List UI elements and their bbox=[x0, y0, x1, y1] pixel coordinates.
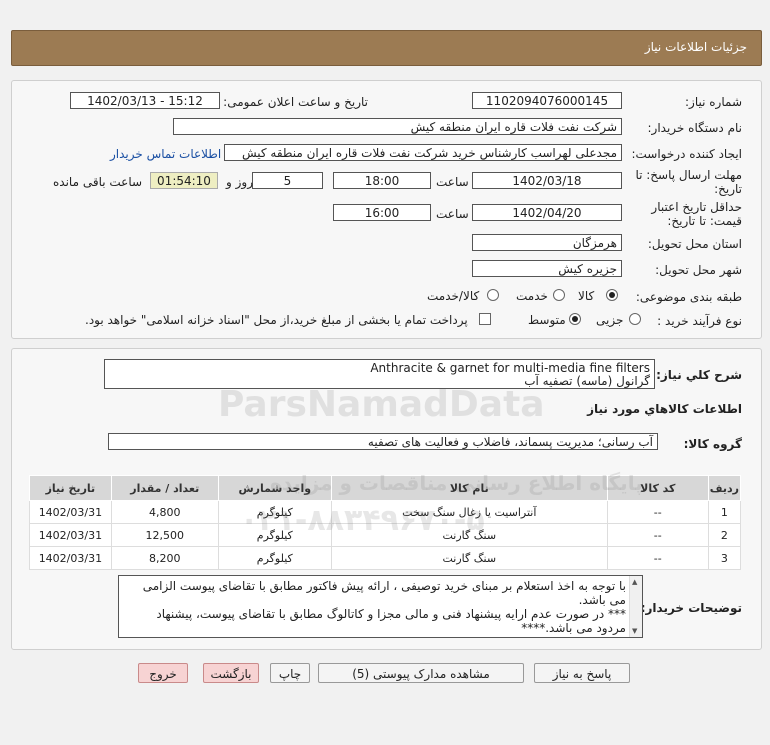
category-label: طبقه بندی موضوعی: bbox=[635, 290, 742, 304]
process-radio-minor[interactable] bbox=[629, 313, 641, 325]
process-radio-medium[interactable] bbox=[569, 313, 581, 325]
province-label: استان محل تحویل: bbox=[647, 237, 742, 251]
deadline-time-label: ساعت bbox=[436, 175, 469, 189]
goods-table-header: ردیف کد کالا نام کالا واحد شمارش تعداد /… bbox=[29, 475, 742, 501]
cell-unit: کیلوگرم bbox=[217, 523, 332, 547]
category-option-goods: کالا bbox=[578, 289, 595, 303]
cell-unit: کیلوگرم bbox=[217, 546, 332, 570]
col-need-date: تاریخ نیاز bbox=[29, 475, 112, 501]
reply-button[interactable]: پاسخ به نیاز bbox=[534, 663, 630, 683]
buyer-contact-link[interactable]: اطلاعات تماس خریدار bbox=[110, 147, 221, 161]
deadline-date-field: 1402/03/18 bbox=[472, 172, 622, 189]
cell-code: -- bbox=[606, 523, 709, 547]
summary-box: Anthracite & garnet for multi-media fine… bbox=[104, 359, 655, 389]
cell-name: سنگ گارنت bbox=[330, 546, 608, 570]
cell-quantity: 4,800 bbox=[110, 500, 219, 524]
table-row: 2 -- سنگ گارنت کیلوگرم 12,500 1402/03/31 bbox=[29, 523, 742, 547]
process-option-medium: متوسط bbox=[528, 313, 566, 327]
process-type-label: نوع فرآیند خرید : bbox=[657, 314, 742, 328]
remaining-label: ساعت باقی مانده bbox=[53, 175, 143, 189]
cell-code: -- bbox=[606, 546, 709, 570]
treasury-payment-checkbox[interactable] bbox=[479, 313, 491, 325]
category-radio-service[interactable] bbox=[553, 289, 565, 301]
cell-row: 2 bbox=[707, 523, 742, 547]
col-quantity: تعداد / مقدار bbox=[110, 475, 219, 501]
page-title: جزئیات اطلاعات نیاز bbox=[644, 40, 747, 54]
creator-label: ایجاد کننده درخواست: bbox=[631, 147, 742, 161]
col-row: ردیف bbox=[707, 475, 742, 501]
goods-table: ردیف کد کالا نام کالا واحد شمارش تعداد /… bbox=[29, 475, 742, 570]
back-button[interactable]: بازگشت bbox=[203, 663, 259, 683]
goods-group-field: آب رسانی؛ مدیریت پسماند، فاضلاب و فعالیت… bbox=[108, 433, 658, 450]
scroll-up-icon[interactable]: ▲ bbox=[632, 578, 637, 586]
category-radio-goods-service[interactable] bbox=[487, 289, 499, 301]
category-option-service: خدمت bbox=[516, 289, 548, 303]
table-row: 1 -- آنتراسیت یا زغال سنگ سخت کیلوگرم 4,… bbox=[29, 500, 742, 524]
cell-name: سنگ گارنت bbox=[330, 523, 608, 547]
category-radio-goods[interactable] bbox=[606, 289, 618, 301]
cell-quantity: 8,200 bbox=[110, 546, 219, 570]
validity-label-date: قیمت: تا تاریخ: bbox=[667, 214, 742, 228]
page-header: جزئیات اطلاعات نیاز bbox=[11, 30, 762, 66]
buyer-notes-scrollbar[interactable]: ▲ ▼ bbox=[629, 576, 642, 637]
need-number-field: 1102094076000145 bbox=[472, 92, 622, 109]
cell-row: 3 bbox=[707, 546, 742, 570]
buyer-org-label: نام دستگاه خریدار: bbox=[647, 121, 743, 135]
deadline-label-date: تاریخ: bbox=[714, 182, 742, 196]
validity-time-label: ساعت bbox=[436, 207, 469, 221]
city-label: شهر محل تحویل: bbox=[655, 263, 742, 277]
goods-group-label: گروه کالا: bbox=[683, 437, 742, 451]
summary-line-english: Anthracite & garnet for multi-media fine… bbox=[370, 361, 650, 375]
remaining-time-field: 01:54:10 bbox=[150, 172, 218, 189]
goods-info-title: اطلاعات كالاهاي مورد نياز bbox=[587, 402, 742, 416]
buyer-notes-line1: با توجه به اخذ استعلام بر مبنای خرید توص… bbox=[142, 579, 626, 593]
buyer-notes-line3: *** در صورت عدم ارایه پیشنهاد فنی و مالی… bbox=[156, 607, 626, 621]
cell-need-date: 1402/03/31 bbox=[29, 546, 112, 570]
cell-unit: کیلوگرم bbox=[217, 500, 332, 524]
buyer-notes-line4: مردود می باشد.**** bbox=[521, 621, 626, 635]
cell-name: آنتراسیت یا زغال سنگ سخت bbox=[330, 500, 608, 524]
deadline-time-field: 18:00 bbox=[333, 172, 431, 189]
scroll-down-icon[interactable]: ▼ bbox=[632, 627, 637, 635]
print-button[interactable]: چاپ bbox=[270, 663, 310, 683]
exit-button[interactable]: خروج bbox=[138, 663, 188, 683]
days-remaining-field: 5 bbox=[252, 172, 323, 189]
col-code: کد کالا bbox=[606, 475, 709, 501]
process-option-minor: جزیی bbox=[596, 313, 624, 327]
announce-datetime-field: 1402/03/13 - 15:12 bbox=[70, 92, 220, 109]
need-number-label: شماره نیاز: bbox=[685, 95, 742, 109]
buyer-notes-label: توضیحات خریدار: bbox=[640, 601, 742, 615]
buyer-notes-line2: می باشد. bbox=[578, 593, 626, 607]
summary-label: شرح کلي نياز: bbox=[656, 368, 742, 382]
buyer-org-field: شرکت نفت فلات قاره ایران منطقه کیش bbox=[173, 118, 622, 135]
cell-row: 1 bbox=[707, 500, 742, 524]
cell-code: -- bbox=[606, 500, 709, 524]
col-unit: واحد شمارش bbox=[217, 475, 332, 501]
cell-quantity: 12,500 bbox=[110, 523, 219, 547]
validity-time-field: 16:00 bbox=[333, 204, 431, 221]
cell-need-date: 1402/03/31 bbox=[29, 500, 112, 524]
deadline-label: مهلت ارسال پاسخ: تا bbox=[635, 168, 742, 182]
city-field: جزیره کیش bbox=[472, 260, 622, 277]
treasury-payment-note: پرداخت تمام یا بخشی از مبلغ خرید،از محل … bbox=[85, 313, 468, 327]
announce-label: تاریخ و ساعت اعلان عمومی: bbox=[223, 95, 368, 109]
creator-field: مجدعلی لهراسب کارشناس خرید شرکت نفت فلات… bbox=[224, 144, 622, 161]
col-name: نام کالا bbox=[330, 475, 608, 501]
cell-need-date: 1402/03/31 bbox=[29, 523, 112, 547]
summary-line-persian: گرانول (ماسه) تصفیه آب bbox=[524, 374, 650, 388]
table-row: 3 -- سنگ گارنت کیلوگرم 8,200 1402/03/31 bbox=[29, 546, 742, 570]
validity-label: حداقل تاریخ اعتبار bbox=[651, 200, 742, 214]
buyer-notes-textarea[interactable]: ▲ ▼ با توجه به اخذ استعلام بر مبنای خرید… bbox=[118, 575, 643, 638]
category-option-goods-service: کالا/خدمت bbox=[427, 289, 480, 303]
province-field: هرمزگان bbox=[472, 234, 622, 251]
view-attachments-button[interactable]: مشاهده مدارک پیوستی (5) bbox=[318, 663, 524, 683]
validity-date-field: 1402/04/20 bbox=[472, 204, 622, 221]
days-label: روز و bbox=[226, 175, 253, 189]
